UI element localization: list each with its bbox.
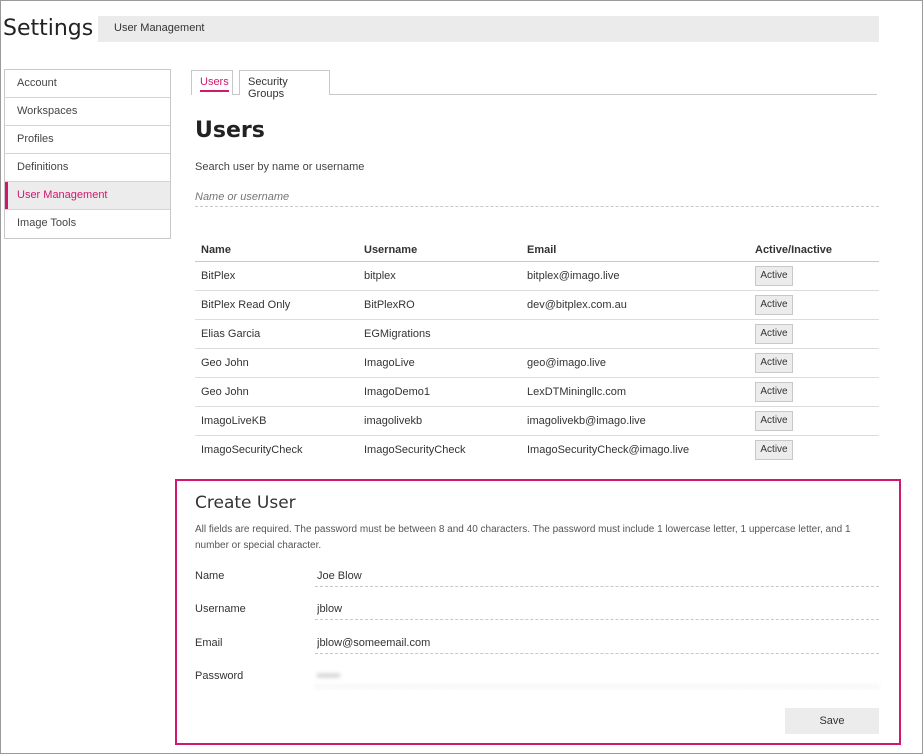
email-label: Email [195, 637, 223, 649]
cell-status: Active [749, 261, 879, 291]
cell-username: EGMigrations [358, 319, 521, 349]
cell-status: Active [749, 290, 879, 320]
table-row[interactable]: Geo John ImagoDemo1 LexDTMiningllc.com A… [195, 377, 879, 407]
table-row[interactable]: ImagoSecurityCheck ImagoSecurityCheck Im… [195, 435, 879, 464]
search-label: Search user by name or username [195, 161, 365, 173]
cell-name: Elias Garcia [195, 319, 358, 349]
cell-username: ImagoDemo1 [358, 377, 521, 407]
sidebar-item-image-tools[interactable]: Image Tools [5, 210, 170, 238]
cell-username: BitPlexRO [358, 290, 521, 320]
cell-name: Geo John [195, 348, 358, 378]
sidebar-item-account[interactable]: Account [5, 70, 170, 98]
cell-status: Active [749, 319, 879, 349]
cell-status: Active [749, 406, 879, 436]
sidebar-item-definitions[interactable]: Definitions [5, 154, 170, 182]
cell-username: imagolivekb [358, 406, 521, 436]
cell-status: Active [749, 377, 879, 407]
table-row[interactable]: BitPlex Read Only BitPlexRO dev@bitplex.… [195, 290, 879, 320]
settings-sidebar: Account Workspaces Profiles Definitions … [4, 69, 171, 239]
cell-email: dev@bitplex.com.au [521, 290, 749, 320]
cell-username: bitplex [358, 261, 521, 291]
breadcrumb: User Management [98, 16, 879, 42]
cell-email [521, 319, 749, 349]
column-header-email: Email [521, 239, 749, 262]
cell-name: BitPlex [195, 261, 358, 291]
tab-users[interactable]: Users [191, 70, 233, 95]
name-field[interactable] [315, 565, 879, 587]
cell-name: ImagoLiveKB [195, 406, 358, 436]
active-toggle-button[interactable]: Active [755, 352, 793, 373]
tab-security-groups[interactable]: Security Groups [239, 70, 330, 100]
tab-users-label: Users [200, 76, 229, 92]
sidebar-item-profiles[interactable]: Profiles [5, 126, 170, 154]
cell-status: Active [749, 435, 879, 464]
sidebar-item-workspaces[interactable]: Workspaces [5, 98, 170, 126]
table-row[interactable]: ImagoLiveKB imagolivekb imagolivekb@imag… [195, 406, 879, 436]
cell-name: Geo John [195, 377, 358, 407]
cell-email: ImagoSecurityCheck@imago.live [527, 443, 690, 456]
table-row[interactable]: BitPlex bitplex bitplex@imago.live Activ… [195, 261, 879, 291]
cell-email: geo@imago.live [521, 348, 749, 378]
table-row[interactable]: Geo John ImagoLive geo@imago.live Active [195, 348, 879, 378]
search-input[interactable] [195, 187, 879, 207]
table-row[interactable]: Elias Garcia EGMigrations Active [195, 319, 879, 349]
cell-username: ImagoLive [358, 348, 521, 378]
page-title: Users [195, 118, 265, 143]
cell-email: bitplex@imago.live [521, 261, 749, 291]
cell-email: imagolivekb@imago.live [521, 406, 749, 436]
sidebar-item-user-management[interactable]: User Management [5, 182, 170, 210]
users-table: Name Username Email Active/Inactive BitP… [195, 239, 879, 464]
name-label: Name [195, 570, 225, 582]
tab-security-groups-label: Security Groups [248, 76, 288, 100]
cell-name: BitPlex Read Only [195, 290, 358, 320]
cell-username: ImagoSecurityCheck [364, 443, 466, 456]
column-header-active: Active/Inactive [749, 239, 879, 262]
active-toggle-button[interactable]: Active [755, 323, 793, 344]
password-label: Password [195, 670, 244, 682]
active-toggle-button[interactable]: Active [755, 410, 793, 431]
table-header-row: Name Username Email Active/Inactive [195, 239, 879, 262]
cell-email: LexDTMiningllc.com [521, 377, 749, 407]
save-button[interactable]: Save [785, 708, 879, 734]
cell-name: ImagoSecurityCheck [201, 443, 303, 456]
breadcrumb-label: User Management [114, 22, 205, 34]
create-user-panel: Create User All fields are required. The… [175, 479, 901, 745]
active-toggle-button[interactable]: Active [755, 294, 793, 315]
column-header-username: Username [358, 239, 521, 262]
password-field[interactable] [315, 665, 879, 687]
create-user-description: All fields are required. The password mu… [195, 524, 851, 551]
active-toggle-button[interactable]: Active [755, 381, 793, 402]
active-toggle-button[interactable]: Active [755, 265, 793, 286]
username-label: Username [195, 603, 246, 615]
cell-status: Active [749, 348, 879, 378]
email-field[interactable] [315, 632, 879, 654]
active-toggle-button[interactable]: Active [755, 439, 793, 460]
column-header-name: Name [195, 239, 358, 262]
app-title: Settings [3, 16, 94, 41]
tab-bar: Users Security Groups [191, 70, 877, 100]
create-user-title: Create User [195, 493, 296, 513]
username-field[interactable] [315, 598, 879, 620]
